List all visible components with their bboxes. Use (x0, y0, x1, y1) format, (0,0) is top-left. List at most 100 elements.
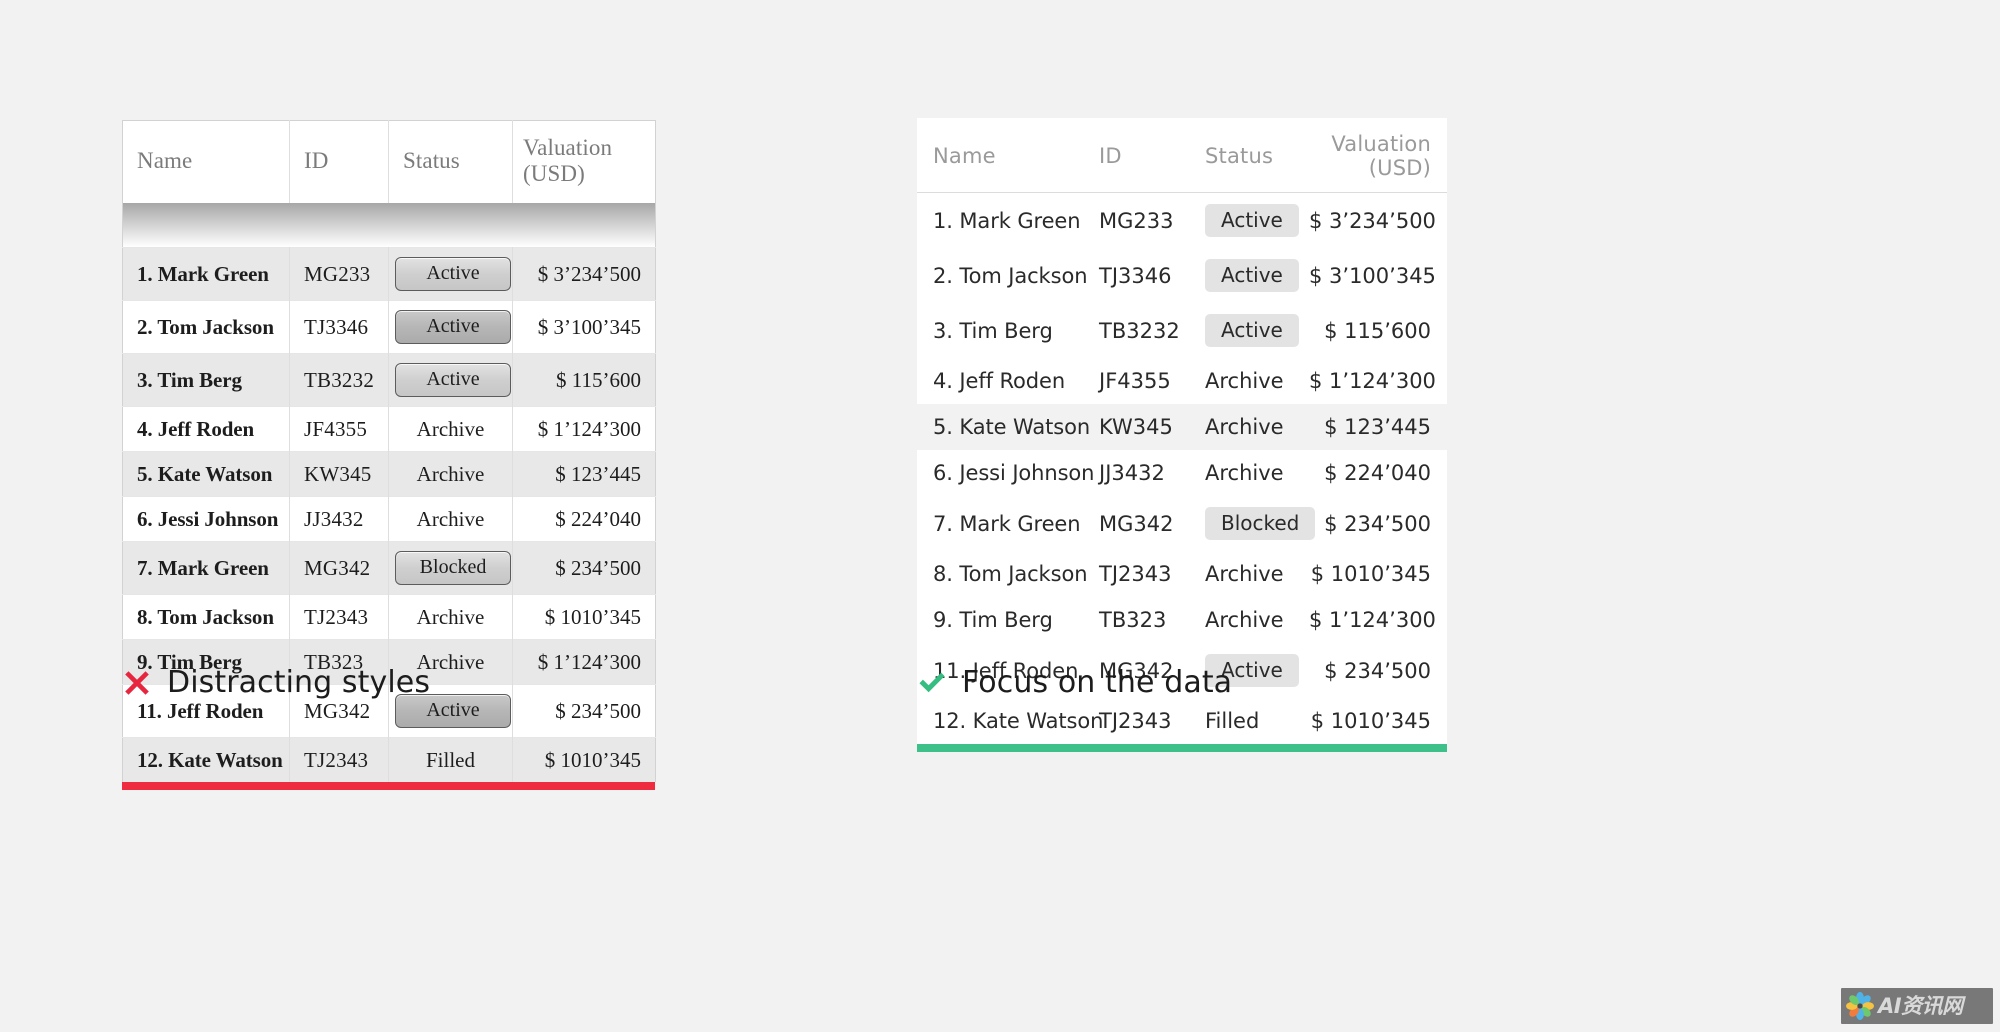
column-header-status[interactable]: Status (388, 120, 513, 203)
status-text: Filled (1205, 709, 1260, 733)
watermark: AI资讯网 (1841, 988, 1993, 1024)
status-badge[interactable]: Active (395, 257, 511, 291)
cell-status: Active (1191, 248, 1309, 303)
cell-id: MG342 (1099, 496, 1191, 551)
cell-valuation: $ 1’124’300 (1309, 597, 1447, 643)
status-badge[interactable]: Active (1205, 204, 1299, 237)
cell-status: Archive (388, 451, 513, 497)
column-header-id[interactable]: ID (289, 120, 389, 203)
cell-id: KW345 (1099, 404, 1191, 450)
table-row[interactable]: 12. Kate Watson TJ2343 Filled $ 1010’345 (917, 698, 1447, 744)
column-header-status[interactable]: Status (1191, 118, 1309, 193)
cell-name: 9. Tim Berg (917, 597, 1099, 643)
cell-id: MG233 (1099, 192, 1191, 248)
column-header-valuation[interactable]: Valuation (USD) (1309, 118, 1447, 193)
cell-status: Active (1191, 192, 1309, 248)
cell-name: 12. Kate Watson (917, 698, 1103, 744)
cell-name: 2. Tom Jackson (122, 300, 290, 354)
cell-id: TJ3346 (1099, 248, 1191, 303)
cell-name: 4. Jeff Roden (122, 406, 290, 452)
cell-status: Archive (388, 496, 513, 542)
table-row[interactable]: 6. Jessi Johnson JJ3432 Archive $ 224’040 (122, 496, 656, 542)
cell-valuation: $ 1010’345 (512, 737, 656, 782)
column-header-id[interactable]: ID (1099, 118, 1191, 193)
cell-status: Blocked (388, 541, 513, 595)
table-row[interactable]: 9. Tim Berg TB323 Archive $ 1’124’300 (917, 597, 1447, 643)
cell-valuation: $ 1010’345 (1309, 698, 1447, 744)
status-badge[interactable]: Blocked (1205, 507, 1316, 540)
table-row[interactable]: 5. Kate Watson KW345 Archive $ 123’445 (917, 404, 1447, 450)
status-text: Filled (425, 747, 475, 772)
table-row[interactable]: 2. Tom Jackson TJ3346 Active $ 3’100’345 (917, 248, 1447, 303)
table-row[interactable]: 4. Jeff Roden JF4355 Archive $ 1’124’300 (122, 406, 656, 452)
cell-name: 3. Tim Berg (122, 353, 290, 407)
status-text: Archive (416, 416, 485, 441)
cell-valuation: $ 1010’345 (512, 594, 656, 640)
cell-name: 5. Kate Watson (917, 404, 1099, 450)
table-row[interactable]: 3. Tim Berg TB3232 Active $ 115’600 (917, 303, 1447, 358)
cell-valuation: $ 234’500 (512, 541, 656, 595)
cell-id: TB3232 (1099, 303, 1191, 358)
table-body-good: 1. Mark Green MG233 Active $ 3’234’500 2. To… (917, 192, 1447, 744)
table-row[interactable]: 8. Tom Jackson TJ2343 Archive $ 1010’345 (122, 594, 656, 640)
cell-status: Archive (388, 594, 513, 640)
watermark-text: AI资讯网 (1878, 993, 1963, 1018)
column-header-valuation[interactable]: Valuation (USD) (512, 120, 656, 203)
cell-name: 5. Kate Watson (122, 451, 290, 497)
cell-status: Active (388, 353, 513, 407)
bad-accent-rule (122, 782, 655, 790)
cell-valuation: $ 224’040 (512, 496, 656, 542)
cell-id: TJ2343 (289, 737, 389, 782)
table-row[interactable]: 2. Tom Jackson TJ3346 Active $ 3’100’345 (122, 300, 656, 354)
table-row[interactable]: 7. Mark Green MG342 Blocked $ 234’500 (917, 496, 1447, 551)
cell-valuation: $ 123’445 (1309, 404, 1447, 450)
status-badge[interactable]: Active (395, 363, 511, 397)
table-row[interactable]: 1. Mark Green MG233 Active $ 3’234’500 (917, 192, 1447, 248)
cell-valuation: $ 1’124’300 (512, 639, 656, 685)
cell-status: Archive (388, 406, 513, 452)
status-badge[interactable]: Active (395, 310, 511, 344)
cell-valuation: $ 3’234’500 (512, 247, 656, 301)
table-row[interactable]: 12. Kate Watson TJ2343 Filled $ 1010’345 (122, 737, 656, 782)
cell-valuation: $ 115’600 (1309, 303, 1447, 358)
cell-name: 8. Tom Jackson (122, 594, 290, 640)
cell-id: JJ3432 (1099, 450, 1191, 496)
table-row[interactable]: 5. Kate Watson KW345 Archive $ 123’445 (122, 451, 656, 497)
cell-id: TJ2343 (1099, 551, 1191, 597)
cell-status: Filled (388, 737, 513, 782)
cell-status: Archive (1191, 450, 1309, 496)
cell-valuation: $ 234’500 (1309, 643, 1447, 698)
cell-name: 8. Tom Jackson (917, 551, 1099, 597)
table-row[interactable]: 3. Tim Berg TB3232 Active $ 115’600 (122, 353, 656, 407)
cell-status: Archive (1191, 358, 1309, 404)
cell-status: Active (1191, 303, 1309, 358)
cell-valuation: $ 234’500 (1309, 496, 1447, 551)
cell-id: MG233 (289, 247, 389, 301)
flower-logo-icon (1846, 992, 1874, 1020)
cell-valuation: $ 123’445 (512, 451, 656, 497)
status-badge[interactable]: Blocked (395, 551, 511, 585)
status-badge[interactable]: Active (1205, 259, 1299, 292)
table-row[interactable]: 6. Jessi Johnson JJ3432 Archive $ 224’040 (917, 450, 1447, 496)
status-text: Archive (1205, 369, 1284, 393)
cell-id: JF4355 (1099, 358, 1191, 404)
header-shadow-cell (122, 203, 656, 248)
cell-name: 1. Mark Green (917, 192, 1099, 248)
column-header-name[interactable]: Name (122, 120, 290, 203)
table-row[interactable]: 8. Tom Jackson TJ2343 Archive $ 1010’345 (917, 551, 1447, 597)
status-badge[interactable]: Active (1205, 314, 1299, 347)
cell-id: JJ3432 (289, 496, 389, 542)
header-row: Name ID Status Valuation (USD) (917, 118, 1447, 193)
cell-name: 3. Tim Berg (917, 303, 1099, 358)
status-text: Archive (1205, 562, 1284, 586)
column-header-name[interactable]: Name (917, 118, 1099, 193)
table-row[interactable]: 1. Mark Green MG233 Active $ 3’234’500 (122, 247, 656, 301)
cell-valuation: $ 224’040 (1309, 450, 1447, 496)
cell-valuation: $ 1’124’300 (1309, 358, 1447, 404)
cell-name: 6. Jessi Johnson (917, 450, 1099, 496)
table-row[interactable]: 7. Mark Green MG342 Blocked $ 234’500 (122, 541, 656, 595)
cell-valuation: $ 1010’345 (1309, 551, 1447, 597)
cell-id: TJ3346 (289, 300, 389, 354)
table-row[interactable]: 4. Jeff Roden JF4355 Archive $ 1’124’300 (917, 358, 1447, 404)
cell-name: 7. Mark Green (122, 541, 290, 595)
